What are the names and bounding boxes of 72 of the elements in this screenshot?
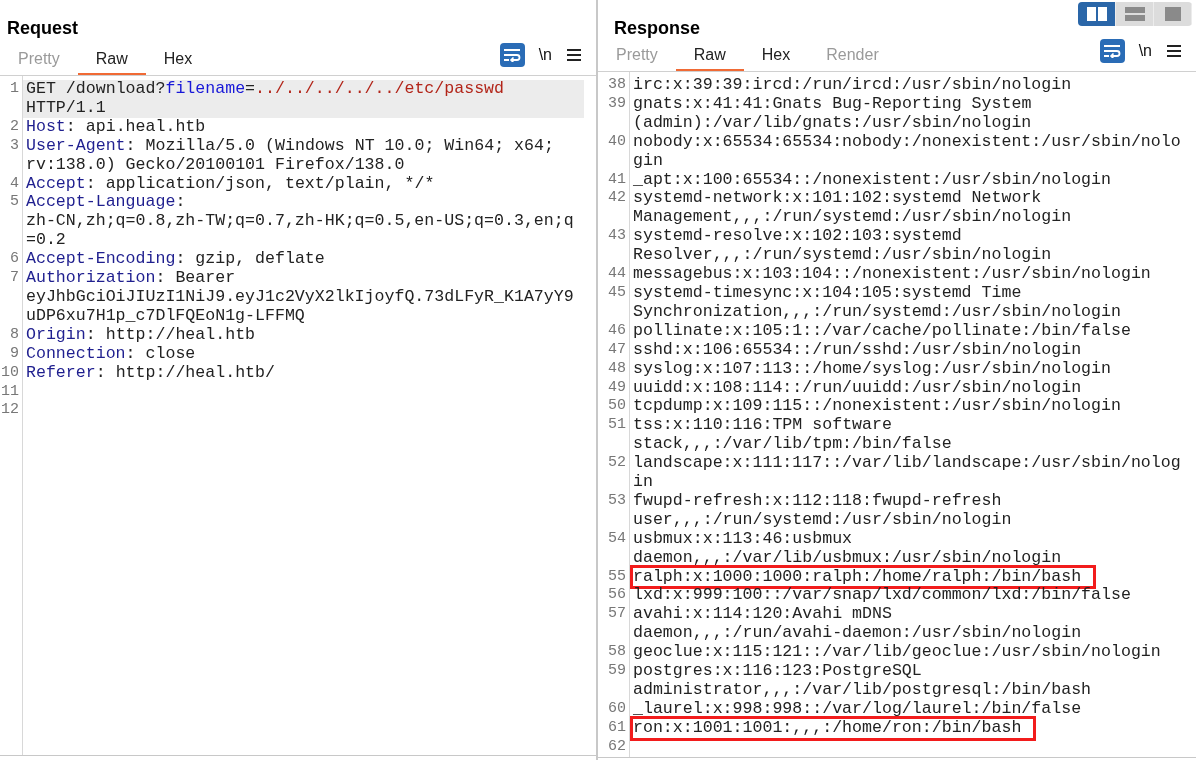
line-number: 6 [9,250,20,270]
line-number: 1 [9,80,20,99]
line-number: 38 [607,76,627,95]
newline-toggle[interactable]: \n [1138,42,1152,60]
line-number: 7 [9,269,20,289]
line-number: 4 [9,174,20,194]
code-line: geoclue:x:115:121::/var/lib/geoclue:/usr/sbin/nologin [633,643,1162,663]
columns-icon [1086,7,1107,21]
line-number: 5 [9,193,20,213]
layout-button[interactable] [1154,2,1192,26]
line-number: 45 [607,283,627,303]
line-number: 50 [607,397,627,417]
line-number: 8 [9,325,20,345]
line-number: 58 [607,643,627,663]
wrap-icon [1103,44,1122,58]
line-number: 62 [607,737,627,757]
layout-button[interactable] [1116,2,1154,26]
line-number: 43 [607,227,627,247]
code-line: uuidd:x:108:114::/run/uuidd:/usr/sbin/nologin [633,378,1083,398]
line-number: 48 [607,359,627,379]
code-line: Referer: http://heal.htb/ [26,363,276,383]
line-number: 52 [607,454,627,474]
line-number: 11 [0,382,20,402]
word-wrap-button[interactable] [499,43,525,67]
line-number: 9 [9,344,20,364]
code-line: Accept: application/json, text/plain, */* [26,174,436,194]
square-icon [1162,7,1183,21]
panel-title: Request [7,17,79,39]
line-number: 40 [607,132,627,152]
line-number: 61 [607,718,627,738]
line-number: 49 [607,378,627,398]
view-tab[interactable]: Hex [743,46,809,71]
wrap-icon [503,48,522,62]
line-number: 57 [607,605,627,625]
code-line: irc:x:39:39:ircd:/run/ircd:/usr/sbin/nologin [633,76,1073,95]
line-number: 39 [607,94,627,114]
line-number: 54 [607,529,627,549]
rows-icon [1124,7,1145,21]
menu-icon[interactable] [566,48,582,62]
panel-title: Response [614,17,702,39]
code-line: nobody:x:65534:65534:nobody:/nonexistent:/usr/sbin/nologin [633,132,1182,171]
code-line: Origin: http://heal.htb [26,325,257,345]
line-number: 59 [607,662,627,682]
line-number: 3 [9,136,20,156]
code-line: messagebus:x:103:104::/nonexistent:/usr/sbin/nologin [633,265,1152,284]
line-number: 56 [607,586,627,606]
code-line: tcpdump:x:109:115::/nonexistent:/usr/sbin/nologin [633,397,1122,417]
code-line: _apt:x:100:65534::/nonexistent:/usr/sbin/nologin [633,170,1112,190]
code-line: syslog:x:107:113::/home/syslog:/usr/sbin/nologin [633,359,1112,379]
code-line: Host: api.heal.htb [26,117,207,137]
code-line: pollinate:x:105:1::/var/cache/pollinate:/bin/false [633,321,1132,341]
line-number: 44 [607,265,627,284]
code-line: Accept-Encoding: gzip, deflate [26,250,326,270]
code-line: postgres:x:116:123:PostgreSQL administrator,,,:/var/lib/postgresql:/bin/bash [633,662,1093,700]
code-line: Connection: close [26,344,197,364]
line-number: 10 [0,363,20,383]
line-number: 53 [607,491,627,511]
layout-button[interactable] [1078,2,1116,26]
newline-toggle[interactable]: \n [538,46,552,64]
line-number: 51 [607,416,627,436]
line-number: 2 [9,117,20,137]
line-number: 60 [607,699,627,719]
line-number: 12 [0,401,20,421]
line-number: 41 [607,170,627,190]
word-wrap-button[interactable] [1099,39,1125,63]
code-line: sshd:x:106:65534::/run/sshd:/usr/sbin/nologin [633,340,1083,360]
line-number: 46 [607,321,627,341]
line-number: 55 [607,567,627,587]
line-number: 42 [607,189,627,209]
view-tab[interactable]: Hex [145,50,211,75]
menu-icon[interactable] [1166,44,1182,58]
line-number: 47 [607,340,627,360]
